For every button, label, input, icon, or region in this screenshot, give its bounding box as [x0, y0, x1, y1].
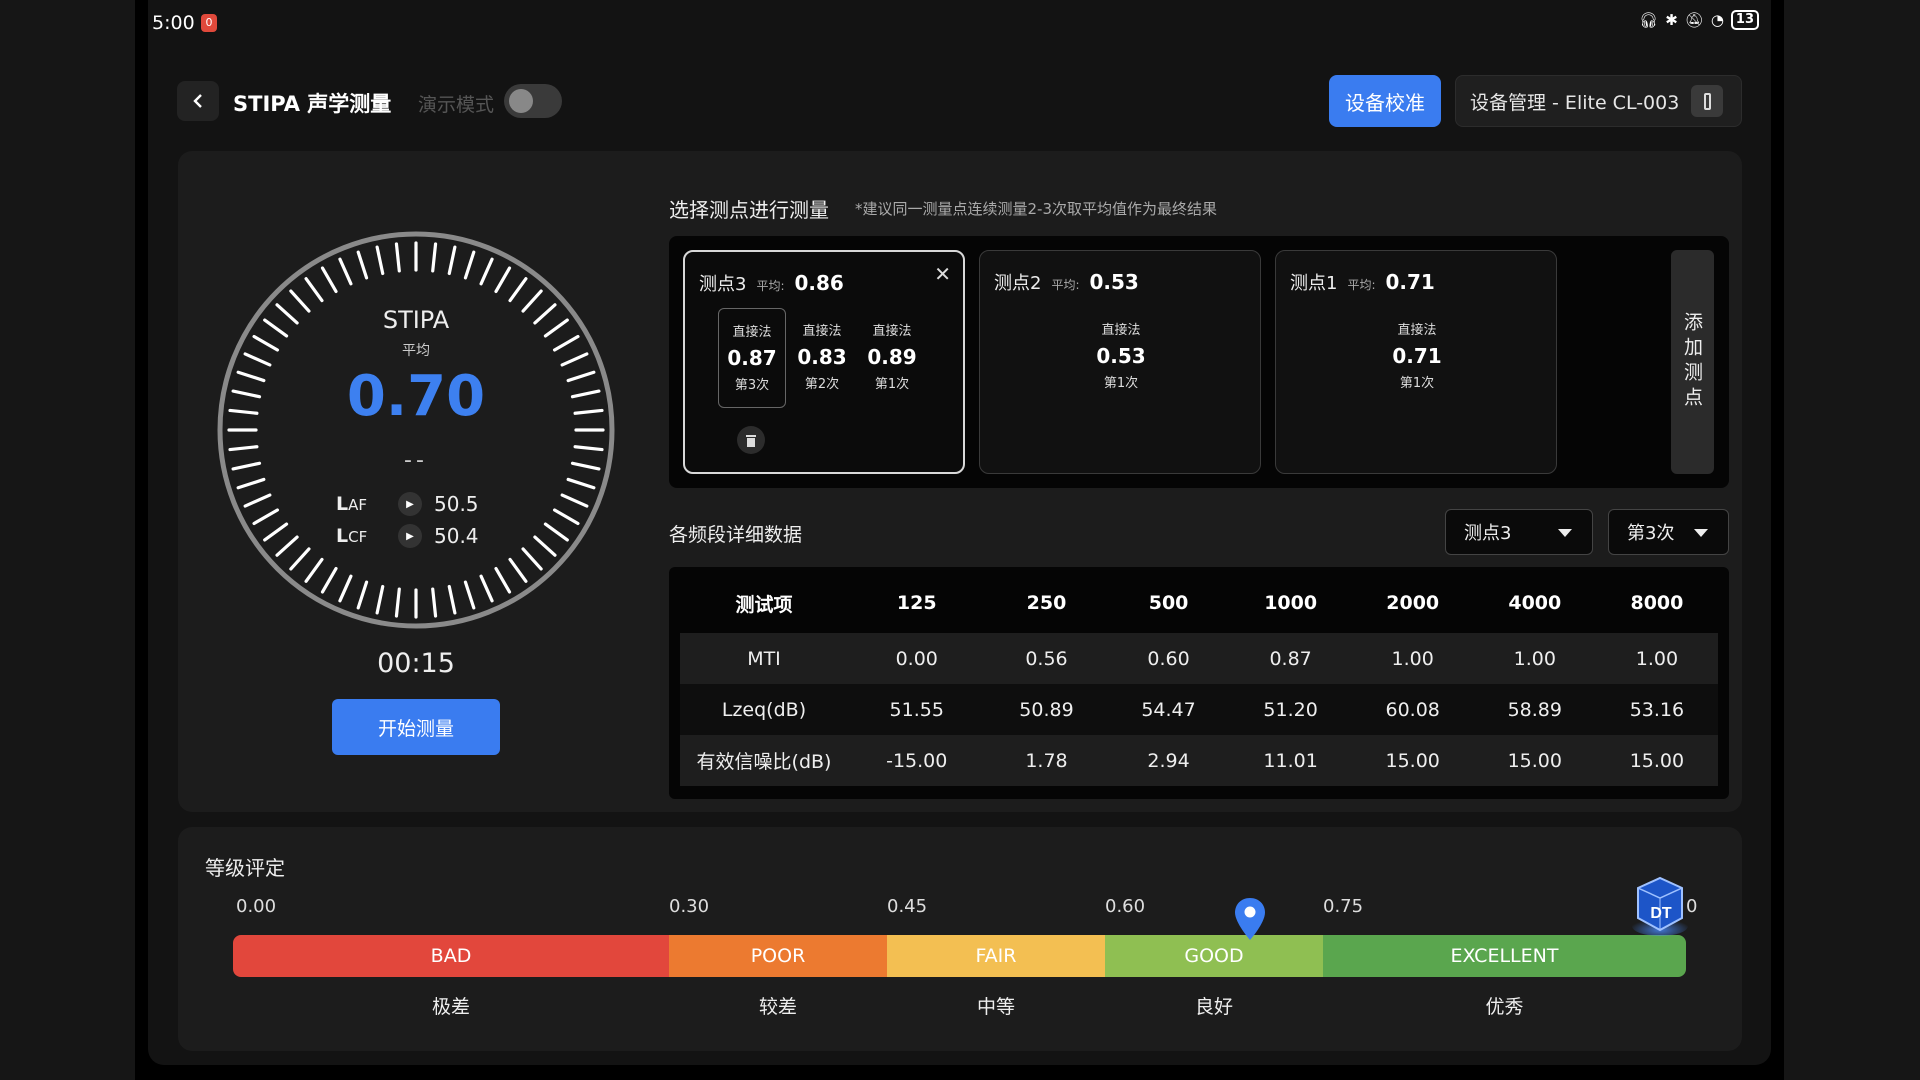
- status-icons: 🎧︎ ✱ 🔕︎ ◔ 13: [1639, 10, 1759, 30]
- point-select[interactable]: 测点3: [1445, 509, 1593, 555]
- point-avg: 0.71: [1385, 270, 1435, 294]
- measurement-item[interactable]: 直接法 0.53 第1次: [1087, 307, 1155, 407]
- grade-poor-cn: 较差: [758, 996, 797, 1018]
- point-avg: 0.53: [1089, 270, 1139, 294]
- grade-bad-cn: 极差: [431, 996, 470, 1018]
- grade-excellent: EXCELLENT: [1323, 935, 1686, 977]
- device-manage-label: 设备管理 - Elite CL-003: [1470, 91, 1680, 114]
- laf-row: LAF ▶ 50.5: [336, 492, 479, 516]
- table-header: 测试项 125 250 500 1000 2000 4000 8000: [735, 592, 1684, 616]
- grade-good: GOOD: [1105, 935, 1323, 977]
- stipa-value: 0.70: [346, 364, 486, 429]
- grade-fair: FAIR: [887, 935, 1105, 977]
- mute-icon: 🔕︎: [1684, 11, 1704, 29]
- table-row: 有效信噪比(dB) -15.00 1.78 2.94 11.01 15.00 15.00 1…: [680, 735, 1718, 786]
- caret-down-icon: [1558, 529, 1572, 537]
- status-bar: 5:00 0 🎧︎ ✱ 🔕︎ ◔ 13: [148, 0, 1771, 44]
- point-card-1[interactable]: 测点1 平均: 0.71 直接法 0.71 第1次: [1275, 250, 1557, 474]
- laf-label: LAF: [336, 493, 367, 515]
- dt-logo: DT: [1632, 876, 1688, 936]
- grade-title: 等级评定: [205, 856, 285, 880]
- phone-icon: [1691, 85, 1724, 117]
- lcf-label: LCF: [336, 525, 368, 547]
- avg-label: 平均:: [1051, 278, 1080, 292]
- device-manage-button[interactable]: 设备管理 - Elite CL-003: [1455, 75, 1742, 127]
- play-icon[interactable]: ▶: [398, 524, 422, 548]
- headphones-icon: 🎧︎: [1639, 11, 1659, 29]
- caret-down-icon: [1694, 529, 1708, 537]
- scale-tick: 0.45: [887, 896, 928, 917]
- grade-excellent-cn: 优秀: [1485, 996, 1524, 1018]
- points-container: 测点3 平均: 0.86 ✕ 直接法 0.87 第3次 直接法 0.83 第2次 直…: [669, 236, 1729, 488]
- grade-bad: BAD: [233, 935, 669, 977]
- table-row: MTI 0.00 0.56 0.60 0.87 1.00 1.00 1.00: [680, 633, 1718, 684]
- close-icon[interactable]: ✕: [934, 262, 951, 286]
- demo-mode-toggle[interactable]: [504, 84, 562, 118]
- dial-readout: STIPA 平均 0.70 -- LAF ▶ 50.5 LCF ▶ 50.4: [216, 230, 616, 630]
- bands-title: 各频段详细数据: [669, 524, 803, 546]
- bluetooth-icon: ✱: [1665, 11, 1678, 29]
- grade-poor: POOR: [669, 935, 887, 977]
- scale-tick: 0.75: [1323, 896, 1364, 917]
- scale-tick: 0.60: [1105, 896, 1146, 917]
- dial-title: STIPA: [382, 306, 450, 334]
- avg-label: 平均:: [756, 279, 785, 293]
- device-bezel-left: [0, 0, 135, 1080]
- add-point-button[interactable]: 添加测点: [1671, 250, 1714, 474]
- wifi-icon: ◔: [1710, 11, 1724, 29]
- start-measure-button[interactable]: 开始测量: [332, 699, 500, 755]
- timer: 00:15: [377, 648, 455, 679]
- point-card-2[interactable]: 测点2 平均: 0.53 直接法 0.53 第1次: [979, 250, 1261, 474]
- dial-sub: --: [404, 448, 428, 473]
- location-pin-icon: [1235, 898, 1266, 940]
- demo-mode-label: 演示模式: [418, 94, 495, 116]
- grade-good-cn: 良好: [1194, 996, 1233, 1018]
- trash-icon[interactable]: [737, 426, 765, 454]
- notification-badge: 0: [201, 14, 217, 32]
- scale-tick: 0.00: [236, 896, 277, 917]
- band-table: 测试项 125 250 500 1000 2000 4000 8000 MTI 0.00 0.…: [669, 567, 1729, 799]
- measurement-item[interactable]: 直接法 0.89 第1次: [858, 308, 926, 408]
- run-select[interactable]: 第3次: [1608, 509, 1729, 555]
- point-name: 测点1: [1290, 273, 1338, 294]
- play-icon[interactable]: ▶: [398, 492, 422, 516]
- back-button[interactable]: [177, 81, 219, 121]
- lcf-value: 50.4: [434, 524, 479, 548]
- lcf-row: LCF ▶ 50.4: [336, 524, 479, 548]
- scale-tick: 0.30: [669, 896, 710, 917]
- battery-icon: 13: [1730, 10, 1759, 30]
- svg-text:DT: DT: [1650, 905, 1672, 922]
- status-time: 5:00: [152, 12, 195, 34]
- point-avg: 0.86: [794, 271, 844, 295]
- point-name: 测点2: [994, 273, 1042, 294]
- toggle-knob: [509, 89, 533, 113]
- measurement-item[interactable]: 直接法 0.71 第1次: [1383, 307, 1451, 407]
- device-bezel-right: [1784, 0, 1920, 1080]
- grade-fair-cn: 中等: [976, 996, 1015, 1018]
- points-note: *建议同一测量点连续测量2-3次取平均值作为最终结果: [855, 200, 1218, 218]
- calibrate-button[interactable]: 设备校准: [1329, 75, 1441, 127]
- avg-label: 平均:: [1347, 278, 1376, 292]
- laf-value: 50.5: [434, 492, 479, 516]
- dial-avg-label: 平均: [402, 343, 430, 359]
- point-name: 测点3: [699, 274, 747, 295]
- page-title: STIPA 声学测量: [233, 92, 392, 116]
- measurement-item[interactable]: 直接法 0.83 第2次: [788, 308, 856, 408]
- measurement-item[interactable]: 直接法 0.87 第3次: [718, 308, 786, 408]
- chevron-left-icon: [193, 94, 202, 108]
- points-title: 选择测点进行测量: [669, 198, 829, 222]
- table-row: Lzeq(dB) 51.55 50.89 54.47 51.20 60.08 58.89 5…: [680, 684, 1718, 735]
- point-card-3[interactable]: 测点3 平均: 0.86 ✕ 直接法 0.87 第3次 直接法 0.83 第2次 直…: [683, 250, 965, 474]
